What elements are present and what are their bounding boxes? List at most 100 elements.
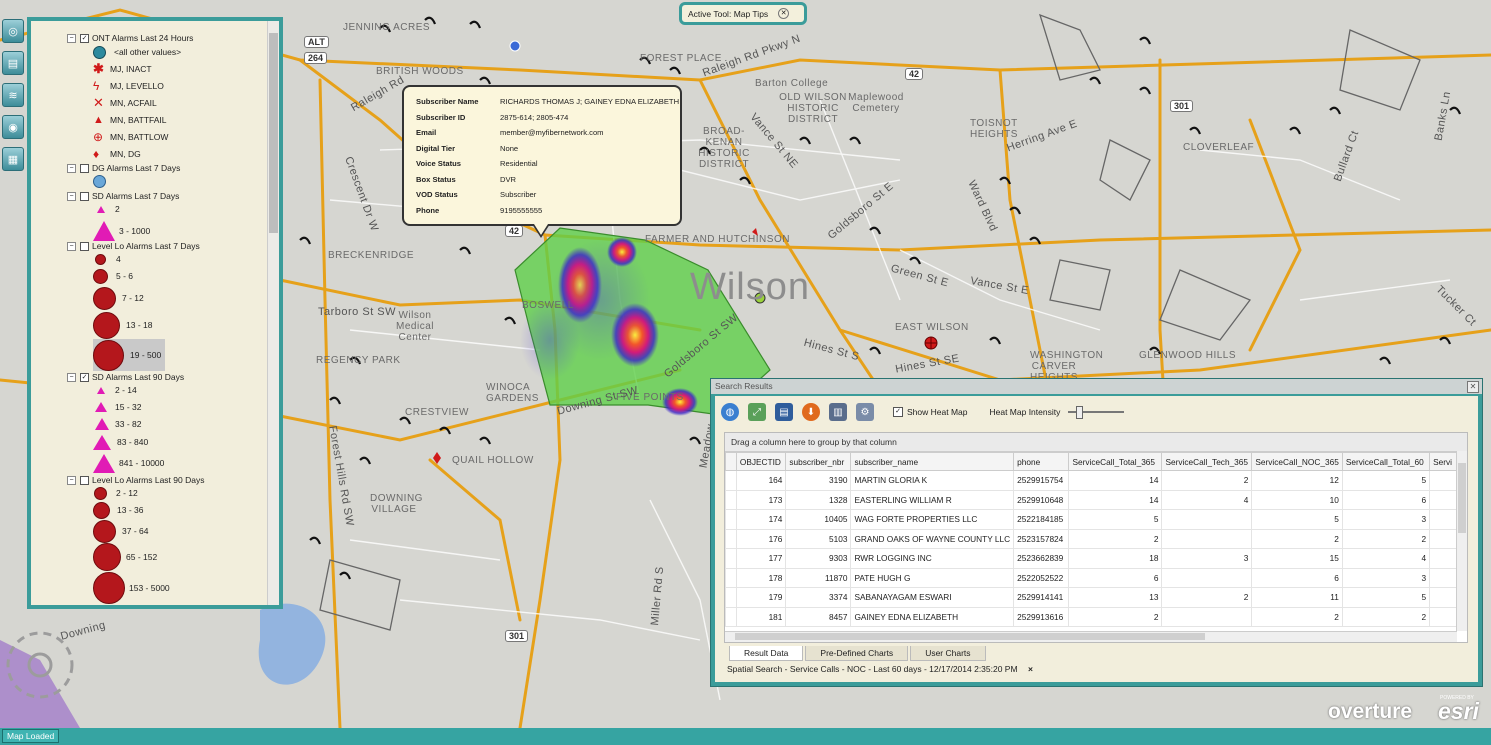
checkbox[interactable]: ✓ (80, 33, 89, 43)
column-header[interactable]: ServiceCall_Total_365 (1068, 452, 1163, 471)
column-header[interactable]: ServiceCall_Total_60 (1341, 452, 1431, 471)
column-header[interactable]: subscriber_name (850, 452, 1015, 471)
show-heat-map-toggle[interactable]: ✓ Show Heat Map (893, 407, 967, 417)
legend-group-header[interactable]: − Level Lo Alarms Last 90 Days (67, 473, 204, 487)
popup-value: Residential (500, 159, 538, 168)
search-tab[interactable]: Spatial Search - Service Calls - NOC - L… (727, 664, 1033, 674)
column-header[interactable]: phone (1013, 452, 1070, 471)
collapse-icon[interactable]: − (67, 475, 76, 485)
heat-map-intensity-slider[interactable] (1068, 406, 1125, 419)
triangle-icon (97, 205, 105, 213)
column-header[interactable]: subscriber_nbr (785, 452, 852, 471)
map-label-place: Maplewood Cemetery (848, 92, 904, 114)
checkbox[interactable] (80, 475, 89, 485)
legend-item: ✕ MN, ACFAIL (93, 95, 157, 110)
map-label-street: Tarboro St SW (318, 306, 397, 318)
table-row[interactable]: 174 10405 WAG FORTE PROPERTIES LLC 25221841… (725, 509, 1467, 530)
collapse-icon[interactable]: − (67, 191, 76, 201)
column-header[interactable]: ServiceCall_Tech_365 (1161, 452, 1253, 471)
collapse-icon[interactable]: − (67, 241, 76, 251)
legend-item: 153 - 5000 (93, 572, 170, 604)
map-label-place: Wilson Medical Center (396, 310, 434, 343)
close-icon[interactable]: × (1028, 664, 1033, 674)
legend-item: 841 - 10000 (93, 452, 164, 474)
legend-item: 19 - 500 (93, 339, 166, 371)
triangle-icon (93, 434, 111, 450)
map-tip-popup: Subscriber Name RICHARDS THOMAS J; GAINEY… (402, 85, 682, 238)
table-row[interactable]: 164 3190 MARTIN GLORIA K 2529915754 14 2 12 5 (725, 470, 1467, 491)
route-shield: 301 (1170, 100, 1194, 112)
table-header-row: OBJECTID subscriber_nbr subscriber_name … (725, 452, 1467, 471)
triangle-icon (93, 453, 115, 473)
legend-panel[interactable]: − ✓ ONT Alarms Last 24 Hours <all other v… (27, 17, 283, 609)
globe-tool-icon[interactable]: ◎ (2, 19, 24, 43)
x-mark-icon: ✕ (93, 95, 104, 110)
table-row[interactable]: 178 11870 PATE HUGH G 2522052522 6 6 3 (725, 567, 1467, 588)
print-icon[interactable]: ▤ (775, 403, 793, 421)
popup-key: Subscriber ID (416, 112, 466, 122)
group-by-hint[interactable]: Drag a column here to group by that colu… (725, 433, 1467, 452)
search-tab-label[interactable]: Spatial Search - Service Calls - NOC - L… (727, 664, 1018, 674)
zoom-extent-icon[interactable]: ⤢ (748, 403, 766, 421)
collapse-icon[interactable]: − (67, 372, 76, 382)
legend-scrollbar[interactable] (267, 21, 279, 605)
legend-item: 33 - 82 (95, 417, 141, 431)
close-icon[interactable]: ✕ (778, 8, 790, 19)
results-grid[interactable]: Drag a column here to group by that colu… (724, 432, 1468, 643)
grid-vertical-scrollbar[interactable] (1456, 451, 1467, 631)
search-results-window[interactable]: Search Results ✕ ◍ ⤢ ▤ ⬇ ▥ ⚙ ✓ Show Heat… (710, 378, 1483, 687)
layers-tool-icon[interactable]: ≋ (2, 83, 24, 107)
triangle-icon (97, 386, 105, 394)
table-row[interactable]: 181 8457 GAINEY EDNA ELIZABETH 2529913616 2 2… (725, 606, 1467, 627)
globe-icon[interactable]: ◍ (721, 403, 739, 421)
legend-item: 13 - 18 (93, 311, 152, 339)
table-row[interactable]: 179 3374 SABANAYAGAM ESWARI 2529914141 13 2 11… (725, 587, 1467, 608)
window-titlebar[interactable]: Search Results ✕ (711, 379, 1482, 394)
table-row[interactable]: 176 5103 GRAND OAKS OF WAYNE COUNTY LLC 252… (725, 528, 1467, 549)
checkbox[interactable] (80, 191, 89, 201)
status-message: Map Loaded (2, 729, 60, 743)
legend-group-header[interactable]: − DG Alarms Last 7 Days (67, 161, 180, 175)
column-header[interactable]: OBJECTID (735, 452, 787, 471)
legend-group-header[interactable]: − ✓ ONT Alarms Last 24 Hours (67, 31, 193, 45)
printer-tool-icon[interactable]: ▤ (2, 51, 24, 75)
popup-key: Digital Tier (416, 143, 456, 153)
map-label-place: BRECKENRIDGE (328, 250, 415, 261)
checkbox[interactable] (80, 163, 89, 173)
close-icon[interactable]: ✕ (1467, 381, 1479, 393)
grid-horizontal-scrollbar[interactable] (725, 631, 1457, 642)
legend-group-header[interactable]: − Level Lo Alarms Last 7 Days (67, 239, 200, 253)
map-label-place: BOSWELL (522, 300, 574, 311)
legend-item: ⊕ MN, BATTLOW (93, 130, 169, 144)
legend-item: 2 - 14 (97, 383, 137, 397)
slider-handle[interactable] (1075, 406, 1083, 419)
collapse-icon[interactable]: − (67, 163, 76, 173)
route-shield: 42 (905, 68, 924, 80)
checkbox[interactable]: ✓ (80, 372, 89, 382)
tab-user-charts[interactable]: User Charts (910, 646, 986, 661)
checkbox[interactable]: ✓ (893, 407, 903, 417)
triangle-icon (93, 221, 115, 241)
identify-tool-icon[interactable]: ◉ (2, 115, 24, 139)
legend-item: 13 - 36 (93, 501, 143, 519)
circle-icon (93, 339, 124, 371)
settings-icon[interactable]: ⚙ (856, 403, 874, 421)
column-header[interactable]: ServiceCall_NOC_365 (1251, 452, 1343, 471)
circle-icon (93, 45, 106, 59)
collapse-icon[interactable]: − (67, 33, 76, 43)
export-icon[interactable]: ⬇ (802, 403, 820, 421)
tab-result-data[interactable]: Result Data (729, 646, 804, 661)
checkbox[interactable] (80, 241, 89, 251)
legend-item: 37 - 64 (93, 519, 148, 543)
legend-item: 7 - 12 (93, 286, 144, 310)
table-row[interactable]: 173 1328 EASTERLING WILLIAM R 2529910648 14 4… (725, 489, 1467, 510)
map-label-place: Barton College (755, 78, 829, 89)
legend-group-header[interactable]: − SD Alarms Last 7 Days (67, 189, 179, 203)
map-label-place: EAST WILSON (895, 322, 969, 333)
table-row[interactable]: 177 9303 RWR LOGGING INC 2523662839 18 3 15 4 (725, 548, 1467, 569)
tab-predefined-charts[interactable]: Pre-Defined Charts (805, 646, 909, 661)
document-icon[interactable]: ▥ (829, 403, 847, 421)
legend-group-header[interactable]: − ✓ SD Alarms Last 90 Days (67, 370, 184, 384)
results-table: OBJECTID subscriber_nbr subscriber_name … (725, 452, 1467, 627)
table-tool-icon[interactable]: ▦ (2, 147, 24, 171)
